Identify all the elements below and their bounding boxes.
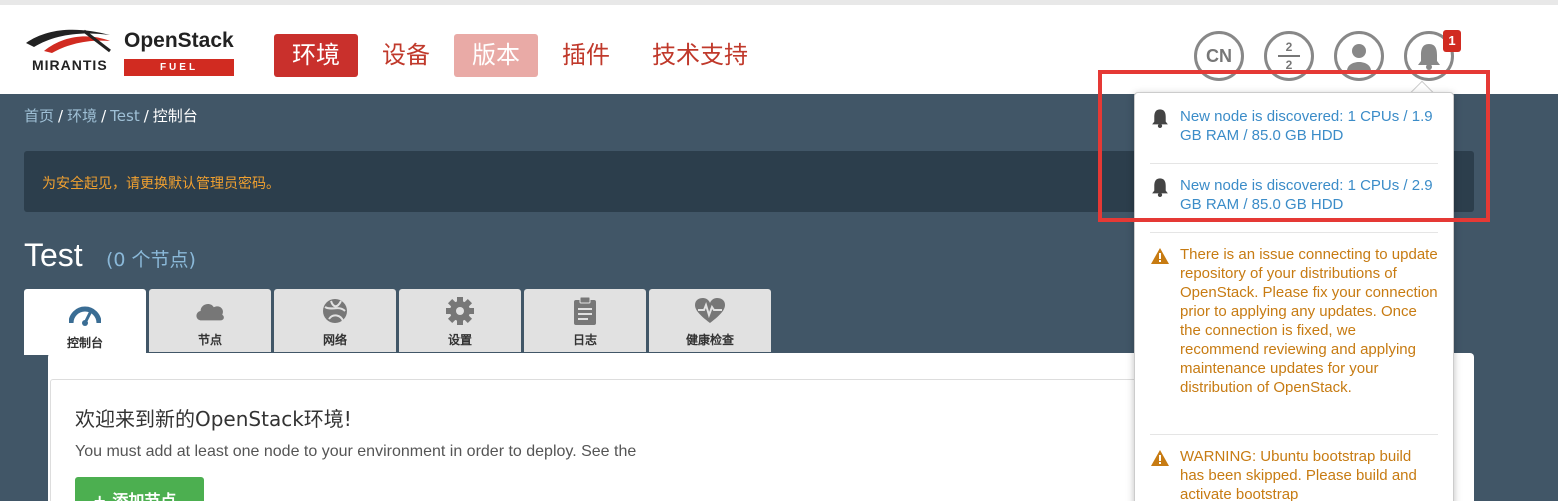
language-label: CN — [1206, 45, 1232, 66]
notification-text: WARNING: Ubuntu bootstrap build has been… — [1180, 448, 1417, 501]
environment-title: Test — [24, 237, 83, 273]
stats-top: 2 — [1285, 40, 1293, 54]
tab-network[interactable]: 网络 — [274, 289, 396, 352]
notification-item[interactable]: WARNING: Ubuntu bootstrap build has been… — [1150, 447, 1438, 501]
nav-item-plugins[interactable]: 插件 — [544, 34, 628, 77]
environment-tabs: 控制台 节点 网络 设置 日志 健康检查 — [24, 289, 771, 355]
tab-settings[interactable]: 设置 — [399, 289, 521, 352]
notification-item[interactable]: There is an issue connecting to update r… — [1150, 245, 1438, 397]
welcome-box — [50, 379, 1150, 501]
bell-icon — [1418, 44, 1440, 70]
nav-item-environments[interactable]: 环境 — [274, 34, 358, 77]
tab-nodes[interactable]: 节点 — [149, 289, 271, 352]
warning-icon — [1151, 248, 1169, 264]
clipboard-icon — [569, 296, 601, 326]
breadcrumb-current: 控制台 — [152, 107, 198, 125]
mirantis-swoosh-icon — [26, 29, 111, 53]
fuel-logo[interactable]: MIRANTIS OpenStack FUEL — [24, 27, 238, 79]
add-node-label: 添加节点 — [112, 491, 177, 501]
notification-divider — [1150, 232, 1438, 233]
welcome-description: You must add at least one node to your e… — [75, 443, 637, 460]
welcome-title: 欢迎来到新的OpenStack环境! — [75, 407, 352, 431]
network-icon — [319, 296, 351, 326]
openstack-wordmark: OpenStack — [124, 29, 234, 52]
notification-text: There is an issue connecting to update r… — [1180, 246, 1438, 396]
fuel-wordmark: FUEL — [124, 59, 234, 76]
tab-label: 控制台 — [66, 336, 103, 350]
tab-health-check[interactable]: 健康检查 — [649, 289, 771, 352]
highlight-box — [1098, 70, 1490, 222]
fraction-bar — [1278, 55, 1300, 57]
add-node-button[interactable]: + 添加节点 — [75, 477, 204, 501]
user-icon — [1347, 44, 1371, 71]
breadcrumb-sep: / — [143, 107, 149, 125]
alert-text: 为安全起见，请更换默认管理员密码。 — [42, 176, 280, 192]
breadcrumb-home[interactable]: 首页 — [24, 107, 54, 125]
environment-node-count: (0 个节点) — [106, 249, 196, 271]
plus-icon: + — [93, 491, 107, 501]
tab-label: 健康检查 — [685, 333, 734, 347]
tab-dashboard[interactable]: 控制台 — [24, 289, 146, 355]
warning-icon — [1151, 450, 1169, 466]
breadcrumb: 首页 / 环境 / Test / 控制台 — [24, 105, 198, 126]
breadcrumb-env[interactable]: Test — [110, 107, 140, 125]
tab-label: 日志 — [572, 333, 597, 347]
tab-label: 网络 — [322, 333, 347, 347]
dashboard-icon — [69, 299, 101, 329]
mirantis-wordmark: MIRANTIS — [32, 57, 108, 73]
notification-count-badge: 1 — [1443, 30, 1461, 52]
tab-label: 节点 — [197, 333, 222, 347]
breadcrumb-envs[interactable]: 环境 — [67, 107, 97, 125]
nav-item-equipment[interactable]: 设备 — [364, 34, 448, 77]
nav-item-releases[interactable]: 版本 — [454, 34, 538, 77]
main-nav: 环境 设备 版本 插件 技术支持 — [274, 34, 772, 77]
breadcrumb-sep: / — [101, 107, 107, 125]
nav-item-support[interactable]: 技术支持 — [634, 34, 766, 77]
gear-icon — [444, 296, 476, 326]
tab-label: 设置 — [447, 333, 472, 347]
breadcrumb-sep: / — [58, 107, 64, 125]
tab-logs[interactable]: 日志 — [524, 289, 646, 352]
notification-divider — [1150, 434, 1438, 435]
cloud-icon — [194, 296, 226, 326]
heart-icon — [694, 296, 726, 326]
